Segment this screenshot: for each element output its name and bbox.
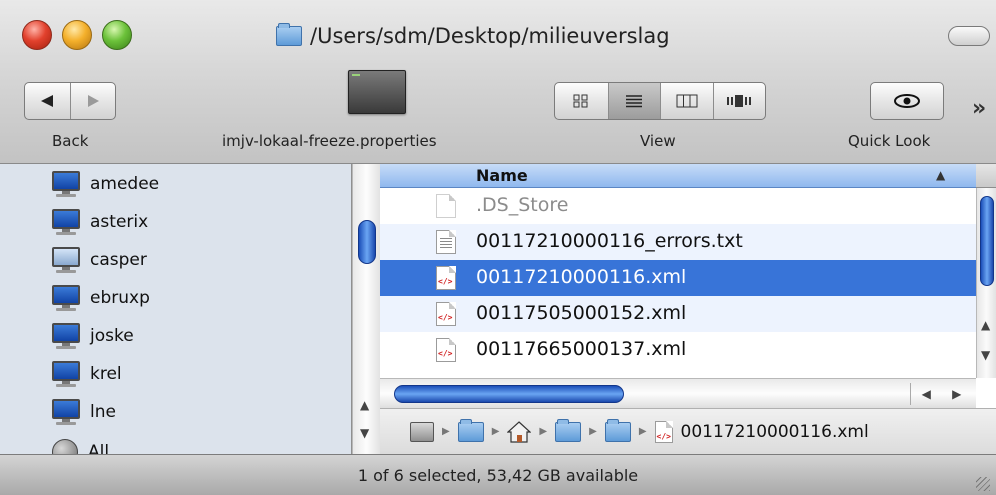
toolbar-overflow-icon[interactable]: » [972,96,986,121]
scroll-down-arrow-icon[interactable]: ▼ [981,348,990,362]
sidebar: amedee asterix casper ebruxp joske krel … [0,164,352,454]
list-item[interactable]: </> 00117505000152.xml [380,296,976,332]
desktop-folder-icon[interactable] [555,418,582,442]
status-text: 1 of 6 selected, 53,42 GB available [357,465,639,485]
folder-icon[interactable] [604,418,631,442]
zoom-window-button[interactable] [102,20,132,50]
quick-look-label: Quick Look [848,132,931,150]
resize-grip-icon[interactable] [976,477,990,491]
vertical-scroll-thumb[interactable] [980,196,994,286]
view-mode-control [554,82,766,120]
network-computer-icon [52,323,80,349]
sidebar-item-ebruxp[interactable]: ebruxp [52,282,150,314]
close-window-button[interactable] [22,20,52,50]
column-view-button[interactable] [660,83,713,119]
window-title: /Users/sdm/Desktop/milieuverslag [276,22,670,50]
network-computer-icon [52,361,80,387]
sidebar-item-asterix[interactable]: asterix [52,206,148,238]
properties-file-icon[interactable] [348,70,406,114]
coverflow-view-button[interactable] [712,83,766,119]
forward-arrow-icon [87,95,99,107]
path-separator-icon: ▶ [589,426,597,437]
eye-icon [894,94,920,108]
sidebar-item-amedee[interactable]: amedee [52,168,159,200]
back-label: Back [52,132,89,150]
xml-document-icon[interactable]: </> [654,420,673,443]
horizontal-scroll-arrows: ◀ ▶ [910,383,972,405]
list-item-selected[interactable]: </> 00117210000116.xml [380,260,976,296]
back-forward-control [24,82,116,120]
network-computer-icon [52,285,80,311]
network-computer-icon [52,171,80,197]
sort-ascending-icon: ▲ [936,168,946,182]
column-view-icon [676,94,698,108]
horizontal-scroll-thumb[interactable] [394,385,624,403]
view-label: View [640,132,676,150]
file-list-vertical-scrollbar[interactable]: ▲ ▼ [976,188,996,378]
hard-drive-icon[interactable] [410,421,434,442]
list-view-button[interactable] [607,83,660,119]
back-button[interactable] [25,83,70,119]
forward-button[interactable] [69,83,115,119]
folder-icon [276,23,302,46]
file-list: .DS_Store 00117210000116_errors.txt </> … [380,188,976,378]
network-computer-icon [52,247,80,273]
path-separator-icon: ▶ [539,426,548,437]
sidebar-item-casper[interactable]: casper [52,244,147,276]
scroll-down-arrow-icon[interactable]: ▼ [360,426,369,440]
list-item[interactable]: </> 00117665000137.xml [380,332,976,368]
quick-look-button[interactable] [870,82,944,120]
sidebar-scrollbar[interactable]: ▲ ▼ [352,164,380,454]
document-icon [436,194,456,218]
minimize-window-button[interactable] [62,20,92,50]
file-label[interactable]: imjv-lokaal-freeze.properties [222,132,437,150]
xml-document-icon: </> [436,266,456,290]
sidebar-scroll-thumb[interactable] [358,220,376,264]
title-toolbar: /Users/sdm/Desktop/milieuverslag Back im… [0,0,996,164]
sidebar-item-lne[interactable]: lne [52,396,116,428]
xml-document-icon: </> [436,338,456,362]
path-file-name[interactable]: 00117210000116.xml [681,422,869,442]
path-separator-icon: ▶ [442,426,450,437]
scroll-up-arrow-icon[interactable]: ▲ [981,318,990,332]
text-document-icon [436,230,456,254]
window-title-text: /Users/sdm/Desktop/milieuverslag [310,24,670,48]
users-folder-icon[interactable] [457,418,484,442]
file-list-horizontal-scrollbar[interactable]: ◀ ▶ [380,378,976,408]
sidebar-item-krel[interactable]: krel [52,358,122,390]
home-icon[interactable] [507,420,532,443]
xml-document-icon: </> [436,302,456,326]
network-computer-icon [52,209,80,235]
network-computer-icon [52,399,80,425]
sidebar-item-joske[interactable]: joske [52,320,134,352]
name-column-header[interactable]: Name ▲ [380,164,976,188]
scroll-up-arrow-icon[interactable]: ▲ [360,398,369,412]
globe-icon [52,439,78,454]
icon-view-icon [573,94,588,108]
list-item[interactable]: 00117210000116_errors.txt [380,224,976,260]
path-separator-icon: ▶ [638,426,647,437]
sidebar-item-all[interactable]: All [52,436,109,454]
scroll-left-arrow-icon[interactable]: ◀ [911,383,942,405]
finder-window: /Users/sdm/Desktop/milieuverslag Back im… [0,0,996,495]
icon-view-button[interactable] [555,83,608,119]
back-arrow-icon [41,95,54,107]
path-bar: ▶ ▶ ▶ ▶ ▶ </> 00117210000116.xml [380,408,996,454]
header-corner [976,164,996,188]
list-item[interactable]: .DS_Store [380,188,976,224]
list-view-icon [626,95,643,108]
path-separator-icon: ▶ [491,426,500,437]
coverflow-icon [727,95,752,107]
toolbar-toggle-button[interactable] [948,26,990,46]
status-bar: 1 of 6 selected, 53,42 GB available [0,454,996,495]
scroll-right-arrow-icon[interactable]: ▶ [942,383,973,405]
